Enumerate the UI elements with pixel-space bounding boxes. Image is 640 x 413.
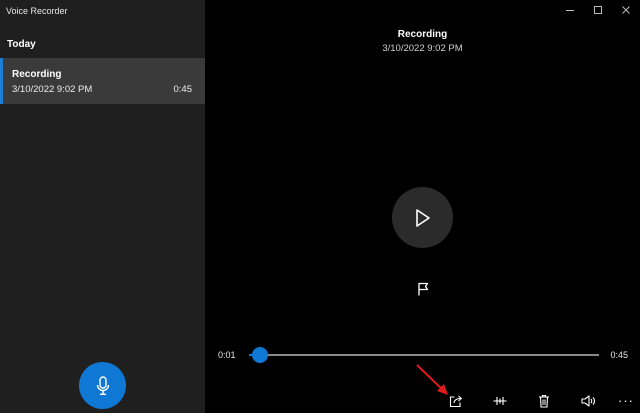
player-pane: Recording 3/10/2022 9:02 PM 0:01 0:45 ··… — [205, 0, 640, 413]
recording-list-item[interactable]: Recording 3/10/2022 9:02 PM 0:45 — [0, 58, 205, 104]
recording-duration: 0:45 — [173, 84, 193, 95]
recording-date: 3/10/2022 9:02 PM — [12, 84, 93, 95]
app-title: Voice Recorder — [6, 6, 68, 16]
current-recording-title: Recording — [397, 29, 448, 40]
volume-icon — [580, 395, 595, 407]
share-button[interactable] — [447, 392, 465, 410]
add-marker-button[interactable] — [415, 281, 431, 297]
flag-icon — [418, 282, 429, 296]
record-button[interactable] — [79, 362, 126, 409]
delete-icon — [539, 394, 549, 408]
play-button[interactable] — [392, 187, 453, 248]
minimize-button[interactable] — [556, 0, 584, 20]
sidebar: Voice Recorder Today Recording 3/10/2022… — [0, 0, 205, 413]
more-options-icon: ··· — [618, 393, 634, 408]
trim-icon — [493, 397, 507, 405]
maximize-button[interactable] — [584, 0, 612, 20]
seek-bar[interactable] — [249, 347, 599, 363]
window-controls — [556, 0, 640, 20]
selection-indicator — [0, 58, 3, 104]
current-recording-date: 3/10/2022 9:02 PM — [382, 43, 463, 54]
close-button[interactable] — [612, 0, 640, 20]
microphone-icon — [96, 375, 109, 395]
seek-thumb[interactable] — [251, 347, 268, 363]
close-icon — [622, 6, 630, 14]
trim-button[interactable] — [491, 392, 509, 410]
total-time: 0:45 — [610, 350, 628, 360]
share-icon — [449, 395, 463, 408]
delete-button[interactable] — [535, 392, 553, 410]
maximize-icon — [594, 6, 602, 14]
current-time: 0:01 — [218, 350, 236, 360]
bottom-toolbar: ··· — [205, 388, 640, 413]
more-options-button[interactable]: ··· — [617, 392, 635, 410]
volume-button[interactable] — [579, 392, 597, 410]
play-icon — [415, 208, 430, 227]
section-header-today: Today — [7, 39, 36, 50]
recording-name: Recording — [12, 69, 62, 80]
minimize-icon — [566, 10, 574, 11]
